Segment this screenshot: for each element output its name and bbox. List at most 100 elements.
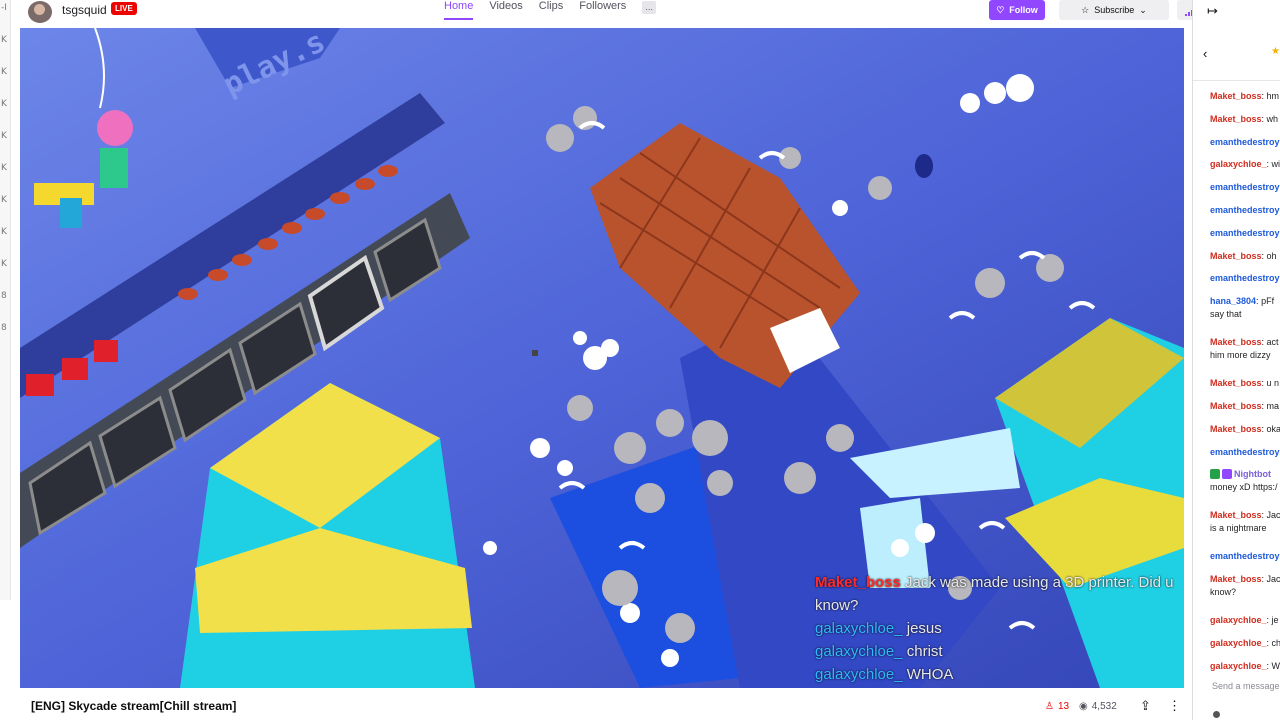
chat-text: say that [1210,309,1242,320]
chat-message: galaxychloe_: ch [1210,637,1280,660]
chat-text: oh [1266,250,1277,261]
chat-username[interactable]: galaxychloe_ [1210,661,1267,671]
chat-username[interactable]: Maket_boss [1210,114,1262,124]
live-badge: LIVE [111,2,137,15]
chat-message: Maket_boss: oka [1210,423,1280,434]
overlay-chat-line: galaxychloe_ WHOA [815,663,1184,686]
overlay-chat-line: Maket_boss Jack was made using a 3D prin… [815,571,1184,594]
chat-username[interactable]: emanthedestroy [1210,228,1280,238]
chat-message: emanthedestroy [1210,550,1280,573]
chat-username[interactable]: galaxychloe_ [1210,615,1267,625]
chat-text: money xD https:/ [1210,482,1278,493]
overlay-chat-message: Jack was made using a 3D printer. Did u [905,574,1174,591]
chat-text: pFf [1261,296,1275,307]
chevron-down-icon: ⌄ [1139,4,1147,15]
chat-username[interactable]: Maket_boss [1210,378,1262,388]
follow-label: Follow [1009,5,1038,15]
chat-text: oka [1266,423,1280,434]
overlay-chat-user: Maket_boss [815,574,901,591]
chat-text: wh [1266,113,1279,124]
more-tabs-button[interactable]: ... [642,1,656,14]
overlay-chat-line: galaxychloe_ jesus [815,617,1184,640]
overlay-chat-message: WHOA [906,666,954,683]
tab-home[interactable]: Home [444,0,474,20]
chat-username[interactable]: emanthedestroy [1210,137,1280,147]
chat-username[interactable]: emanthedestroy [1210,447,1280,457]
more-options-icon[interactable]: ⋮ [1168,698,1181,714]
chat-username[interactable]: emanthedestroy [1210,551,1280,561]
overlay-chat: Maket_boss Jack was made using a 3D prin… [815,571,1184,686]
chat-text: Wh [1271,660,1280,671]
video-player[interactable]: play.s Maket_boss Jack was made using a … [20,28,1184,688]
chat-username[interactable]: Nightbot [1234,469,1271,479]
viewer-count: ♙ 13 [1045,701,1069,712]
chat-username[interactable]: emanthedestroy [1210,182,1280,192]
stream-title: [ENG] Skycade stream[Chill stream] [31,699,237,713]
chat-username[interactable]: emanthedestroy [1210,273,1280,283]
chat-input[interactable]: Send a message [1212,681,1280,691]
badge-icon [1222,469,1232,480]
sidebar-mark: K [1,35,7,45]
chat-username[interactable]: galaxychloe_ [1210,159,1267,169]
bar-icon [1187,12,1190,16]
chat-username[interactable]: Maket_boss [1210,251,1262,261]
person-icon: ♙ [1045,701,1054,712]
chat-username[interactable]: emanthedestroy [1210,205,1280,215]
sidebar-mark: K [1,131,7,141]
tab-videos[interactable]: Videos [489,0,522,18]
subscribe-label: Subscribe [1094,5,1135,15]
bar-icon [1184,14,1187,16]
total-views-value: 4,532 [1091,701,1117,712]
overlay-chat-user: galaxychloe_ [815,643,903,660]
chevron-left-icon[interactable]: ‹ [1203,46,1207,61]
chat-message: Maket_boss: Jac know? [1210,574,1280,598]
chat-message: Maket_boss: act him more dizzy [1210,337,1279,361]
chat-message: emanthedestroy [1210,272,1280,295]
chat-username[interactable]: Maket_boss [1210,574,1262,584]
chat-text: know? [1210,587,1237,598]
chat-text: wi [1271,159,1280,170]
chat-username[interactable]: Maket_boss [1210,401,1262,411]
chat-message: emanthedestroy [1210,181,1280,204]
collapse-chat-icon[interactable]: ↦ [1207,3,1218,19]
badge-icon [1210,469,1220,480]
share-icon[interactable]: ⇪ [1140,698,1151,714]
channel-name[interactable]: tsgsquid [62,3,107,17]
chat-username[interactable]: Maket_boss [1210,91,1262,101]
chat-username[interactable]: Maket_boss [1210,424,1262,434]
sidebar-mark: K [1,227,7,237]
sidebar-mark: -I [1,3,7,13]
channel-avatar[interactable] [28,1,52,23]
overlay-chat-user: galaxychloe_ [815,620,903,637]
chat-message: emanthedestroy [1210,446,1280,469]
overlay-chat-line: galaxychloe_ christ [815,640,1184,663]
left-sidebar-rail: -I K K K K K K K K 8 8 [0,0,11,600]
tab-followers[interactable]: Followers [579,0,626,18]
eye-icon: ◉ [1079,701,1088,712]
overlay-chat-message: jesus [906,620,942,637]
chat-text: hm [1266,91,1280,101]
star-icon: ★ [1271,46,1280,57]
chat-text: him more dizzy [1210,350,1271,361]
overlay-chat-message-cont: know? [815,597,859,614]
chat-message: Maket_boss: Jac is a nightmare [1210,510,1280,534]
chat-username[interactable]: hana_3804 [1210,296,1256,306]
chat-message: galaxychloe_: je [1210,615,1279,626]
overlay-chat-user: galaxychloe_ [815,666,903,683]
star-icon: ☆ [1081,4,1090,15]
chat-message: emanthedestroy [1210,227,1280,250]
sidebar-mark: 8 [1,291,7,301]
sidebar-mark: 8 [1,323,7,333]
follow-button[interactable]: ♡ Follow [989,0,1045,20]
sidebar-mark: K [1,259,7,269]
emote-icon[interactable] [1213,711,1220,718]
tab-clips[interactable]: Clips [539,0,563,18]
chat-username[interactable]: Maket_boss [1210,510,1262,520]
chat-message: galaxychloe_: wi [1210,159,1280,170]
total-views: ◉ 4,532 [1079,701,1117,712]
chat-username[interactable]: Maket_boss [1210,337,1262,347]
subscribe-button[interactable]: ☆ Subscribe ⌄ [1059,0,1169,20]
chat-message: Maket_boss: wh [1210,113,1279,124]
sidebar-mark: K [1,163,7,173]
chat-username[interactable]: galaxychloe_ [1210,638,1267,648]
